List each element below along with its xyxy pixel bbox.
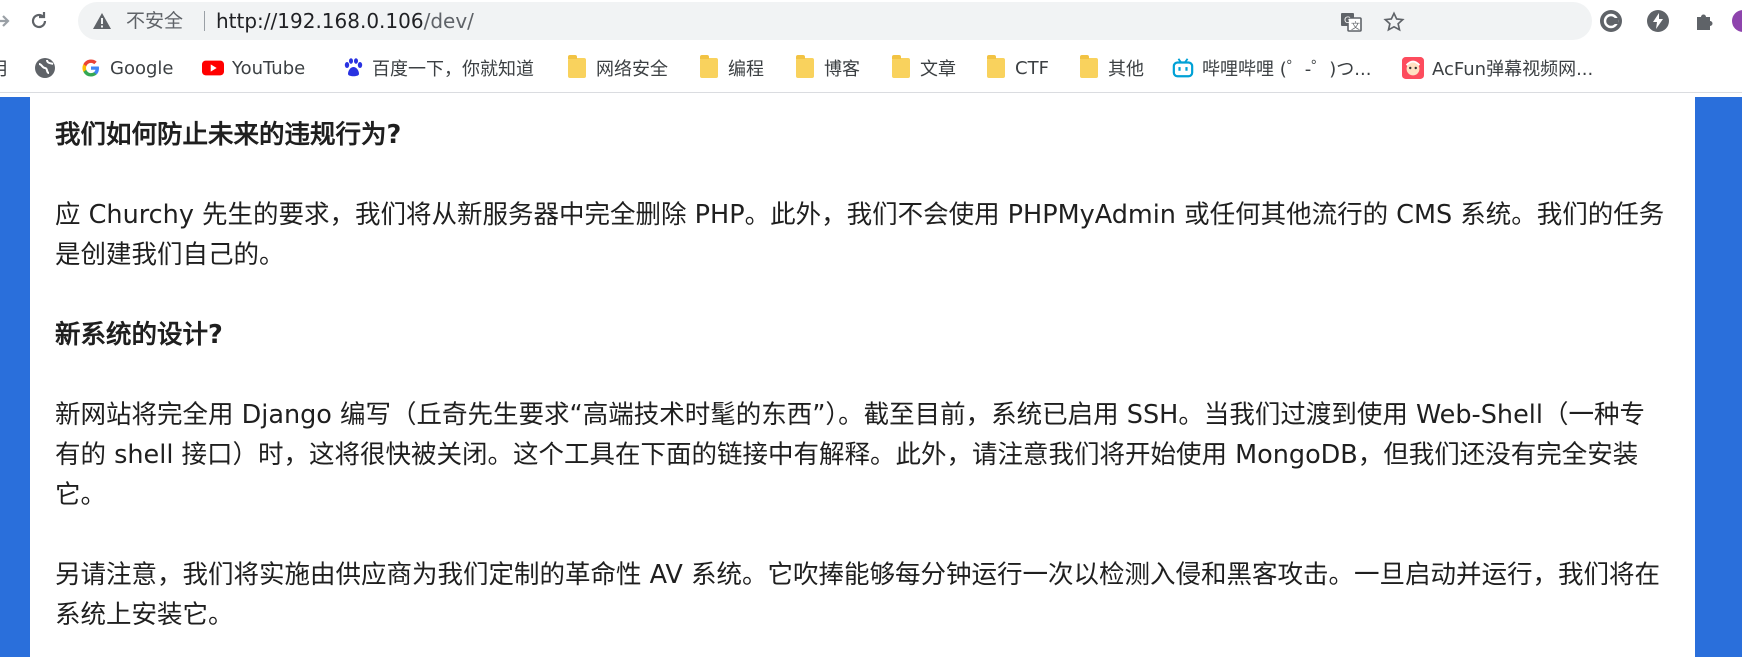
bookmark-label: 文章: [920, 59, 956, 80]
bookmark-bilibili[interactable]: 哔哩哔哩 (゜-゜)つ...: [1172, 56, 1371, 80]
bookmark-acfun[interactable]: AcFun弹幕视频网...: [1402, 56, 1593, 80]
bookmark-folder-articles[interactable]: 文章: [890, 55, 956, 80]
paragraph-django-ssh: 新网站将完全用 Django 编写（丘奇先生要求“高端技术时髦的东西”）。截至目…: [55, 400, 1645, 510]
bookmark-label: Google: [110, 57, 174, 79]
acfun-icon: [1402, 57, 1424, 79]
warning-triangle-icon[interactable]: [92, 11, 112, 31]
folder-icon: [698, 55, 720, 79]
content-panel: 我们如何防止未来的违规行为? 应 Churchy 先生的要求，我们将从新服务器中…: [30, 97, 1695, 657]
article-body: 我们如何防止未来的违规行为? 应 Churchy 先生的要求，我们将从新服务器中…: [55, 115, 1670, 635]
bookmark-label: 其他: [1108, 59, 1144, 80]
bookmark-label: CTF: [1015, 57, 1049, 79]
bookmark-label: 网络安全: [596, 59, 668, 80]
bookmark-baidu[interactable]: 百度一下，你就知道: [342, 56, 534, 80]
bookmark-folder-ctf[interactable]: CTF: [985, 55, 1049, 80]
bookmark-google[interactable]: Google: [80, 56, 173, 80]
bookmark-label: 博客: [824, 59, 860, 80]
bookmark-label: 百度一下，你就知道: [372, 59, 534, 80]
folder-icon: [794, 55, 816, 79]
forward-button[interactable]: [0, 4, 20, 38]
bookmark-apps-edge[interactable]: 月: [0, 56, 9, 80]
reload-icon: [31, 12, 47, 29]
forward-arrow-icon: [0, 15, 10, 27]
bookmark-edge-label: 月: [0, 55, 9, 81]
url-path: /dev/: [423, 9, 474, 33]
section-heading-prevention: 我们如何防止未来的违规行为?: [55, 120, 402, 150]
youtube-icon: [202, 57, 224, 79]
omnibox-divider: [204, 11, 205, 31]
bookmark-folder-programming[interactable]: 编程: [698, 55, 764, 80]
extensions-puzzle-icon[interactable]: [1692, 8, 1718, 34]
profile-avatar[interactable]: [1730, 8, 1742, 34]
url-text[interactable]: http://192.168.0.106/dev/: [216, 10, 474, 32]
paragraph-av-system: 另请注意，我们将实施由供应商为我们定制的革命性 AV 系统。它吹捧能够每分钟运行…: [55, 560, 1660, 630]
bookmarks-bar: 月 Google YouTube 百度一下，你就知道 网络安全 编程 博客: [0, 48, 1742, 93]
folder-icon: [1078, 55, 1100, 79]
bookmark-label: 哔哩哔哩 (゜-゜)つ...: [1202, 59, 1372, 80]
address-bar[interactable]: 不安全 http://192.168.0.106/dev/ G文: [78, 2, 1592, 40]
extension-c-icon[interactable]: [1598, 8, 1624, 34]
folder-icon: [566, 55, 588, 79]
svg-text:文: 文: [1351, 20, 1360, 32]
baidu-paw-icon: [342, 57, 364, 79]
google-icon: [80, 57, 102, 79]
extension-bolt-icon[interactable]: [1645, 8, 1671, 34]
bookmark-label: 编程: [728, 59, 764, 80]
bookmark-folder-other[interactable]: 其他: [1078, 55, 1144, 80]
bookmark-label: YouTube: [232, 57, 306, 79]
security-status-label[interactable]: 不安全: [126, 10, 183, 32]
paragraph-php-removal: 应 Churchy 先生的要求，我们将从新服务器中完全删除 PHP。此外，我们不…: [55, 200, 1665, 270]
url-host: http://192.168.0.106: [216, 9, 424, 33]
folder-icon: [985, 55, 1007, 79]
section-heading-design: 新系统的设计?: [55, 320, 223, 350]
translate-icon[interactable]: G文: [1340, 11, 1362, 33]
bookmark-globe[interactable]: [34, 56, 56, 80]
globe-icon: [34, 57, 56, 79]
browser-toolbar: 不安全 http://192.168.0.106/dev/ G文: [0, 0, 1742, 42]
bilibili-icon: [1172, 57, 1194, 79]
bookmark-folder-blog[interactable]: 博客: [794, 55, 860, 80]
reload-button[interactable]: [22, 4, 56, 38]
bookmark-youtube[interactable]: YouTube: [202, 56, 305, 80]
bookmark-folder-security[interactable]: 网络安全: [566, 55, 668, 80]
folder-icon: [890, 55, 912, 79]
svg-text:G: G: [1344, 16, 1351, 26]
bookmark-label: AcFun弹幕视频网...: [1432, 59, 1594, 80]
bookmark-star-icon[interactable]: [1383, 11, 1405, 33]
